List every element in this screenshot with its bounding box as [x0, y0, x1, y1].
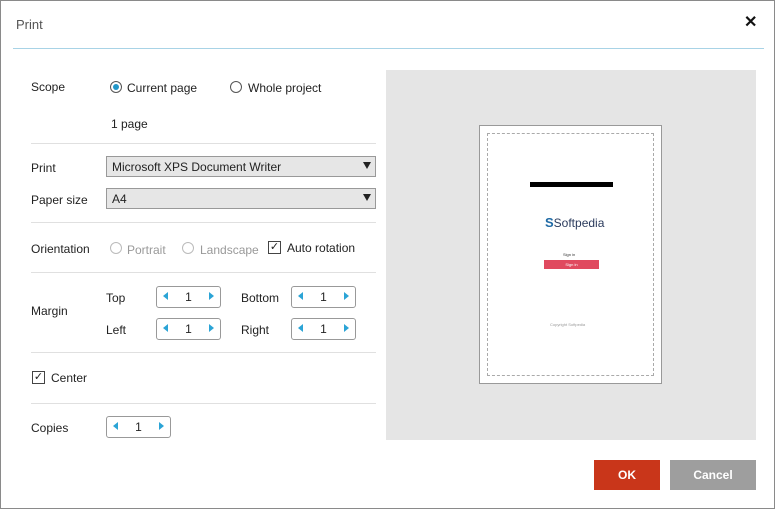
landscape-label[interactable]: Landscape — [200, 243, 259, 257]
paper-size-label: Paper size — [31, 193, 88, 207]
margin-bottom-stepper[interactable]: 1 — [291, 286, 356, 308]
printer-value: Microsoft XPS Document Writer — [112, 160, 282, 174]
softpedia-logo-icon: S — [545, 215, 554, 230]
decrement-icon[interactable] — [298, 324, 303, 332]
chevron-down-icon — [363, 162, 371, 169]
margin-right-value[interactable]: 1 — [310, 322, 337, 336]
preview-signin-button: Sign in — [544, 260, 599, 269]
auto-rotation-checkbox[interactable]: ✓ — [268, 241, 281, 254]
copies-stepper[interactable]: 1 — [106, 416, 171, 438]
cancel-button[interactable]: Cancel — [670, 460, 756, 490]
whole-project-radio[interactable] — [230, 81, 242, 93]
margin-top-value[interactable]: 1 — [175, 290, 202, 304]
section-divider — [31, 352, 376, 353]
margin-label: Margin — [31, 304, 68, 318]
margin-left-stepper[interactable]: 1 — [156, 318, 221, 340]
preview-page: SSoftpedia Sign in Sign in Copyright Sof… — [479, 125, 662, 384]
chevron-down-icon — [363, 194, 371, 201]
margin-top-label: Top — [106, 291, 126, 305]
scope-label: Scope — [31, 80, 66, 94]
margin-bottom-value[interactable]: 1 — [310, 290, 337, 304]
close-icon[interactable]: ✕ — [744, 15, 757, 31]
margin-bottom-label: Bottom — [241, 291, 280, 305]
orientation-label: Orientation — [31, 242, 90, 256]
ok-button[interactable]: OK — [594, 460, 660, 490]
current-page-label[interactable]: Current page — [127, 81, 197, 95]
margin-left-label: Left — [106, 323, 127, 337]
increment-icon[interactable] — [209, 292, 214, 300]
landscape-radio[interactable] — [182, 242, 194, 254]
increment-icon[interactable] — [344, 292, 349, 300]
printer-label: Print — [31, 161, 56, 175]
preview-logo: SSoftpedia — [545, 215, 604, 230]
preview-signin-text: Sign in — [563, 252, 576, 257]
whole-project-label[interactable]: Whole project — [248, 81, 321, 95]
decrement-icon[interactable] — [113, 422, 118, 430]
increment-icon[interactable] — [344, 324, 349, 332]
margin-right-stepper[interactable]: 1 — [291, 318, 356, 340]
preview-logo-text: Softpedia — [553, 216, 605, 230]
copies-value[interactable]: 1 — [125, 420, 152, 434]
page-count: 1 page — [111, 117, 148, 131]
title-divider — [13, 48, 764, 49]
increment-icon[interactable] — [209, 324, 214, 332]
decrement-icon[interactable] — [163, 324, 168, 332]
preview-printable-area: SSoftpedia Sign in Sign in Copyright Sof… — [487, 133, 654, 376]
margin-right-label: Right — [241, 323, 270, 337]
portrait-radio[interactable] — [110, 242, 122, 254]
section-divider — [31, 143, 376, 144]
margin-top-stepper[interactable]: 1 — [156, 286, 221, 308]
portrait-label[interactable]: Portrait — [127, 243, 166, 257]
section-divider — [31, 403, 376, 404]
decrement-icon[interactable] — [298, 292, 303, 300]
paper-size-select[interactable]: A4 — [106, 188, 376, 209]
printer-select[interactable]: Microsoft XPS Document Writer — [106, 156, 376, 177]
section-divider — [31, 272, 376, 273]
current-page-radio[interactable] — [110, 81, 122, 93]
preview-footer-text: Copyright Softpedia — [550, 322, 586, 327]
margin-left-value[interactable]: 1 — [175, 322, 202, 336]
center-label[interactable]: Center — [51, 371, 87, 385]
print-dialog: Print ✕ Scope Current page Whole project… — [0, 0, 775, 509]
paper-size-value: A4 — [112, 192, 127, 206]
copies-label: Copies — [31, 421, 69, 435]
dialog-title: Print — [16, 17, 43, 32]
section-divider — [31, 222, 376, 223]
increment-icon[interactable] — [159, 422, 164, 430]
auto-rotation-label[interactable]: Auto rotation — [287, 241, 355, 255]
center-checkbox[interactable]: ✓ — [32, 371, 45, 384]
preview-header-bar — [530, 182, 613, 187]
decrement-icon[interactable] — [163, 292, 168, 300]
